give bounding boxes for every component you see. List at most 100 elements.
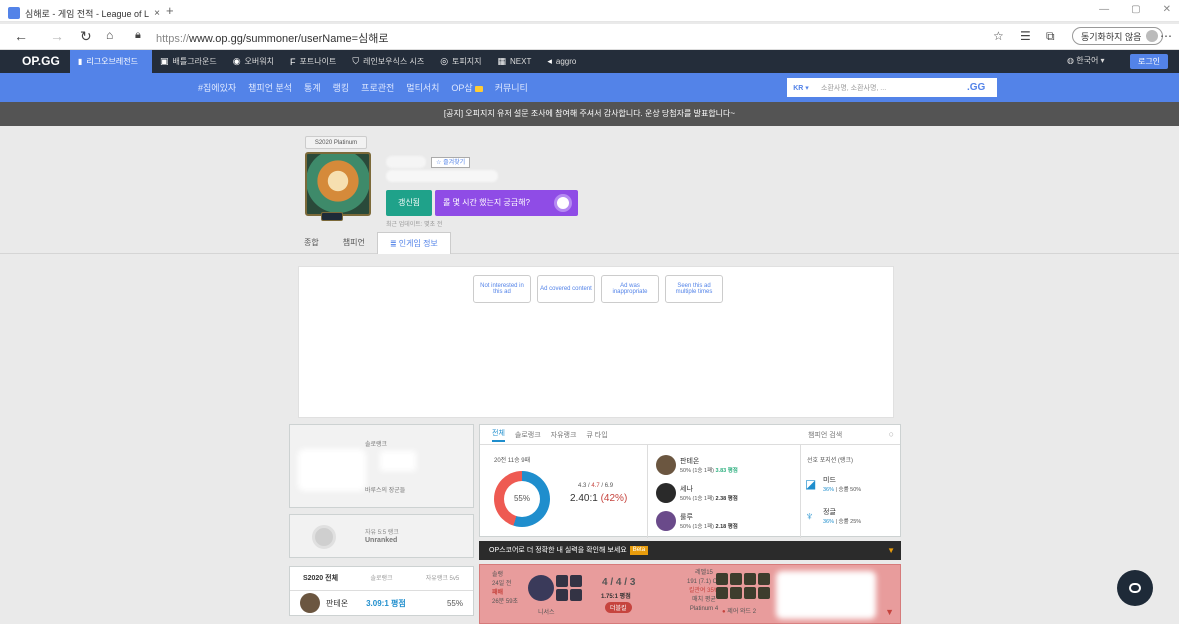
- recent-champion-row[interactable]: 판테온 50% (1승 1패) 3.83 평점: [656, 451, 796, 479]
- jungle-icon: ♆: [805, 509, 814, 523]
- address-bar: ← → ↻ ⌂ 🔒︎ https://www.op.gg/summoner/us…: [0, 24, 1179, 50]
- subnav-item-community[interactable]: 커뮤니티: [495, 81, 528, 94]
- subnav-item-ranking[interactable]: 랭킹: [333, 81, 350, 94]
- subnav-opshop-label: OP삽: [451, 83, 473, 93]
- gnb-item-r6[interactable]: ⛉ 레인보우식스 시즈: [352, 56, 424, 67]
- winrate-percent: 55%: [504, 481, 540, 517]
- champion-row[interactable]: 판테온 3.09:1 평점 55%: [290, 591, 473, 615]
- champion-winrate: 55%: [446, 598, 463, 608]
- login-button[interactable]: 로그인: [1130, 54, 1168, 69]
- close-window-icon[interactable]: ✕: [1163, 4, 1171, 15]
- chat-icon: [1129, 583, 1141, 593]
- subnav-item-stats[interactable]: 통계: [304, 81, 321, 94]
- gnb-item-pubg[interactable]: ▣ 배틀그라운드: [160, 56, 217, 67]
- ad-feedback-options: Not interested in this ad Ad covered con…: [473, 275, 723, 303]
- champion-search-input[interactable]: 챔피언 검색 ○: [808, 429, 894, 440]
- recent-champion-row[interactable]: 룰루 50% (1승 1패) 2.18 평점: [656, 507, 796, 535]
- position-winrate: 승률 50%: [838, 487, 862, 493]
- more-menu-icon[interactable]: ⋯: [1160, 29, 1172, 43]
- opscore-banner[interactable]: OP스코어로 더 정확한 내 실력을 확인해 보세요 Beta ▼: [479, 541, 901, 560]
- ad-option-inappropriate[interactable]: Ad was inappropriate: [601, 275, 659, 303]
- position-row: ◪ 미드 36% | 승률 50%: [805, 477, 862, 493]
- favorites-list-icon[interactable]: ☰: [1020, 29, 1031, 43]
- r6-icon: ⛉: [352, 56, 360, 66]
- tab-overview[interactable]: 종합: [292, 232, 331, 254]
- back-icon[interactable]: ←: [14, 28, 28, 44]
- time-ago: 24일 전: [492, 581, 512, 587]
- url-field[interactable]: https://www.op.gg/summoner/userName=심해로: [156, 30, 388, 46]
- playtime-promo-button[interactable]: 롤 몇 시간 했는지 궁금해?: [435, 190, 578, 216]
- sync-button[interactable]: 동기화하지 않음: [1072, 27, 1164, 45]
- tab-season-all[interactable]: S2020 전체: [290, 567, 351, 590]
- items: [716, 573, 770, 599]
- item-icon: [744, 573, 756, 585]
- tab-flex-rank[interactable]: 자유랭크 5v5: [412, 567, 473, 590]
- refresh-button[interactable]: 갱신됨: [386, 190, 432, 216]
- position-pick-rate: 36%: [823, 519, 835, 525]
- promo-icon: [554, 194, 572, 212]
- tab-ingame-label: 인게임 정보: [398, 239, 438, 248]
- notice-banner[interactable]: [공지] 오피지지 유저 설문 조사에 참여해 주셔서 감사합니다. 운상 당첨…: [0, 102, 1179, 126]
- subnav-item-stayhome[interactable]: #집에있자: [198, 81, 236, 94]
- tab-close-button[interactable]: ×: [154, 8, 160, 19]
- rune-icon: [570, 575, 582, 587]
- subnav-item-opshop[interactable]: OP삽: [451, 81, 483, 94]
- gnb-item-aggro[interactable]: ◂ aggro: [547, 56, 576, 67]
- gnb-item-overwatch[interactable]: ◉ 오버워치: [233, 56, 274, 67]
- item-icon: [758, 573, 770, 585]
- tab-solo-rank[interactable]: 솔로랭크: [351, 567, 412, 590]
- league-name: 바루스의 장군들: [365, 488, 406, 494]
- search-submit-button[interactable]: .GG: [967, 82, 997, 93]
- forward-icon[interactable]: →: [50, 28, 64, 44]
- gnb-item-fortnite[interactable]: F 포트나이트: [290, 56, 336, 67]
- gnb-item-tft[interactable]: ◎ 토피지지: [440, 56, 481, 67]
- gnb-item-label: aggro: [555, 57, 577, 66]
- region-select[interactable]: KR ▾: [787, 84, 815, 92]
- tab-all[interactable]: 전체: [492, 428, 505, 442]
- gnb-lol-tab[interactable]: ▮ 리그오브레전드: [70, 50, 152, 73]
- ad-option-covered[interactable]: Ad covered content: [537, 275, 595, 303]
- favorite-star-icon[interactable]: ☆: [993, 29, 1004, 43]
- global-nav: OP.GG ▮ 리그오브레전드 ▣ 배틀그라운드 ◉ 오버워치 F 포트나이트 ⛉ 레인…: [0, 50, 1179, 73]
- refresh-icon[interactable]: ↻: [80, 28, 92, 45]
- profile-avatar-icon: [1146, 30, 1159, 42]
- left-column: 솔로랭크 바루스의 장군들 자유 5:5 랭크 Unranked S2020 전…: [289, 424, 474, 616]
- subnav-item-spectate[interactable]: 프로관전: [361, 81, 394, 94]
- chat-button[interactable]: [1117, 570, 1153, 606]
- favorite-button[interactable]: ☆ 즐겨찾기: [431, 157, 471, 168]
- chevron-down-icon[interactable]: ▼: [885, 607, 894, 617]
- collections-icon[interactable]: ⧉: [1046, 29, 1055, 44]
- ward-label: 제어 와드 2: [727, 609, 757, 615]
- home-icon[interactable]: ⌂: [106, 28, 113, 42]
- position-pick-rate: 36%: [823, 487, 835, 493]
- maximize-icon[interactable]: ▢: [1131, 4, 1140, 15]
- subnav-item-multisearch[interactable]: 멀티서치: [406, 81, 439, 94]
- overwatch-icon: ◉: [232, 56, 241, 66]
- tab-queue-type[interactable]: 큐 타입: [586, 430, 607, 440]
- kills: 4: [602, 577, 608, 588]
- browser-tab[interactable]: 심해로 - 게임 전적 - League of L ×: [8, 4, 160, 22]
- search-icon: ○: [888, 429, 894, 439]
- search-input[interactable]: 소환사명, 소환사명, ...: [815, 83, 967, 93]
- control-wards: ● 제어 와드 2: [722, 606, 756, 615]
- new-badge-icon: [474, 85, 483, 92]
- subnav-item-champion[interactable]: 챔피언 분석: [248, 81, 292, 94]
- new-tab-button[interactable]: +: [166, 3, 174, 18]
- opgg-logo[interactable]: OP.GG: [22, 54, 60, 68]
- tab-flex[interactable]: 자유랭크: [551, 430, 577, 440]
- recent-champion-row[interactable]: 세나 50% (1승 1패) 2.38 평점: [656, 479, 796, 507]
- tab-solo[interactable]: 솔로랭크: [515, 430, 541, 440]
- match-item[interactable]: 솔랭 24일 전 패배 26분 59초 니서스 4 / 4 / 3 1.75:1…: [479, 564, 901, 624]
- gnb-item-next[interactable]: ▦ NEXT: [498, 56, 532, 67]
- ad-option-seen-multiple[interactable]: Seen this ad multiple times: [665, 275, 723, 303]
- tab-title: 심해로 - 게임 전적 - League of L: [25, 8, 150, 19]
- tab-ingame[interactable]: ≣ 인게임 정보: [376, 232, 451, 254]
- season-badge: S2020 Platinum: [305, 136, 367, 149]
- language-select[interactable]: ◍ 한국어 ▾: [1067, 55, 1105, 66]
- minimize-icon[interactable]: —: [1099, 4, 1109, 15]
- champion-name: 니서스: [538, 610, 555, 616]
- ad-option-not-interested[interactable]: Not interested in this ad: [473, 275, 531, 303]
- lol-icon: ▮: [78, 57, 83, 66]
- tab-champions[interactable]: 챔피언: [331, 232, 377, 254]
- chevron-down-icon[interactable]: ▼: [887, 541, 895, 560]
